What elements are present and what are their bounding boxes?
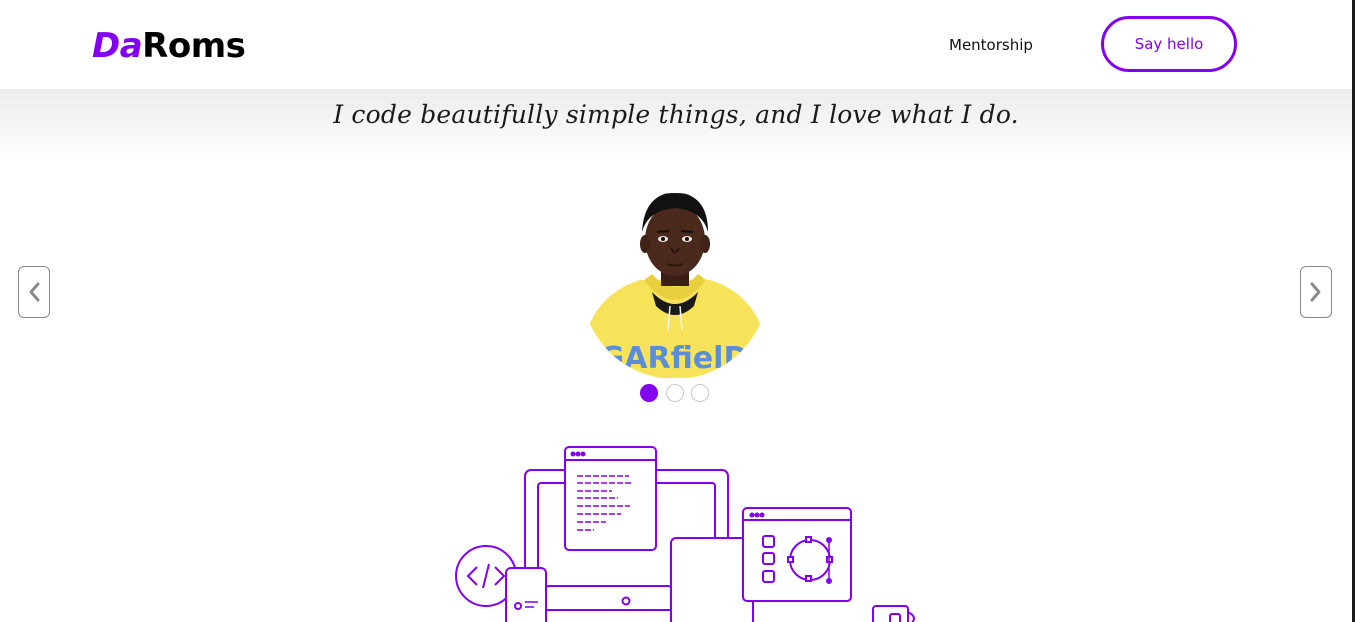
nav-link-mentorship[interactable]: Mentorship — [949, 35, 1033, 55]
site-header: DaRoms Mentorship Say hello — [0, 0, 1352, 89]
hoodie-print: GARfielD — [600, 341, 749, 376]
carousel-prev-button[interactable] — [18, 266, 50, 318]
profile-photo: GARfielD — [582, 193, 768, 378]
carousel-dot[interactable] — [666, 384, 684, 402]
web-development-illustration — [455, 446, 915, 622]
logo-rest: Roms — [142, 26, 246, 66]
carousel-dot[interactable] — [691, 384, 709, 402]
carousel-next-button[interactable] — [1300, 266, 1332, 318]
carousel-dot[interactable] — [640, 384, 658, 402]
say-hello-button[interactable]: Say hello — [1101, 16, 1237, 72]
site-logo[interactable]: DaRoms — [92, 24, 246, 68]
chevron-left-icon — [29, 282, 40, 302]
chevron-right-icon — [1310, 282, 1321, 302]
hero-tagline: I code beautifully simple things, and I … — [333, 100, 1019, 129]
logo-accent: Da — [92, 26, 143, 66]
